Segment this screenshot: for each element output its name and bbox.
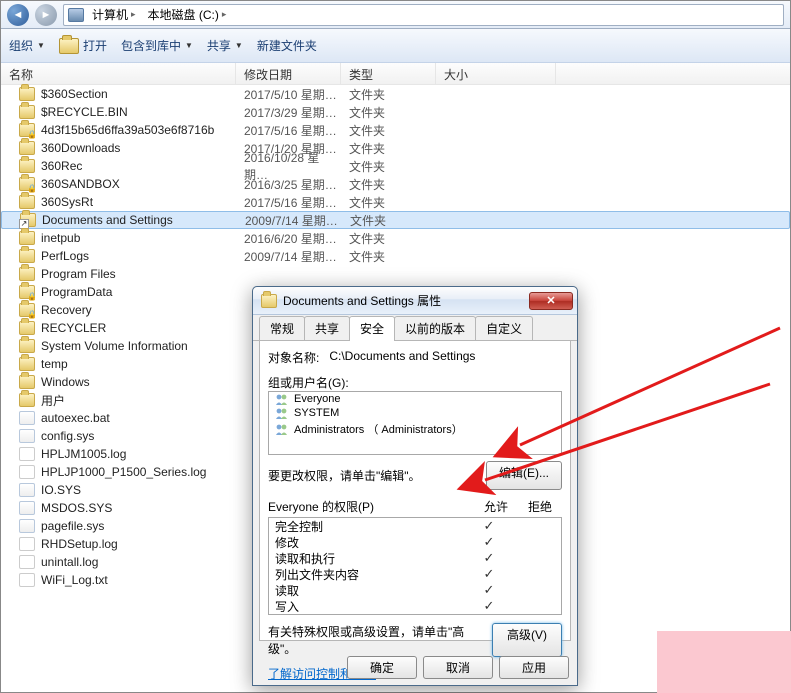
file-icon xyxy=(19,501,35,515)
breadcrumb-root[interactable]: 计算机▸ xyxy=(88,4,140,25)
permissions-label: Everyone 的权限(P) xyxy=(268,498,474,515)
folder-icon xyxy=(19,177,35,191)
drive-icon xyxy=(68,8,84,22)
allow-column: 允许 xyxy=(474,498,518,515)
close-button[interactable]: ✕ xyxy=(529,292,573,310)
object-path: C:\Documents and Settings xyxy=(329,349,475,366)
ok-button[interactable]: 确定 xyxy=(347,656,417,679)
folder-icon xyxy=(19,357,35,371)
security-panel: 对象名称: C:\Documents and Settings 组或用户名(G)… xyxy=(259,341,571,641)
tab-sharing[interactable]: 共享 xyxy=(304,316,350,340)
permission-row: 写入✓ xyxy=(269,598,561,614)
principals-listbox[interactable]: EveryoneSYSTEMAdministrators （ Administr… xyxy=(268,391,562,455)
permission-row: 读取✓ xyxy=(269,582,561,598)
file-row[interactable]: Program Files xyxy=(1,265,790,283)
open-icon xyxy=(59,38,79,54)
users-icon xyxy=(275,423,289,435)
toolbar-share[interactable]: 共享 ▼ xyxy=(207,37,243,54)
file-row[interactable]: 360Downloads2017/1/20 星期…文件夹 xyxy=(1,139,790,157)
folder-icon xyxy=(19,303,35,317)
edit-hint: 要更改权限，请单击"编辑"。 xyxy=(268,467,486,484)
principal-item[interactable]: SYSTEM xyxy=(269,406,561,420)
file-row[interactable]: 4d3f15b65d6ffa39a503e6f8716b2017/5/16 星期… xyxy=(1,121,790,139)
explorer-toolbar: 组织 ▼ 打开 包含到库中 ▼ 共享 ▼ 新建文件夹 xyxy=(1,29,790,63)
file-icon xyxy=(19,483,35,497)
file-row[interactable]: 360SysRt2017/5/16 星期…文件夹 xyxy=(1,193,790,211)
file-row[interactable]: $360Section2017/5/10 星期…文件夹 xyxy=(1,85,790,103)
nav-forward-button[interactable]: ► xyxy=(35,4,57,26)
folder-icon xyxy=(19,339,35,353)
column-headers: 名称 修改日期 类型 大小 xyxy=(1,63,790,85)
dialog-tabs: 常规 共享 安全 以前的版本 自定义 xyxy=(253,315,577,341)
file-row[interactable]: PerfLogs2009/7/14 星期…文件夹 xyxy=(1,247,790,265)
dialog-buttons: 确定 取消 应用 xyxy=(347,656,569,679)
object-name-label: 对象名称: xyxy=(268,349,319,366)
group-users-label: 组或用户名(G): xyxy=(268,374,562,391)
toolbar-organize[interactable]: 组织 ▼ xyxy=(9,37,45,54)
file-row[interactable]: 360SANDBOX2016/3/25 星期…文件夹 xyxy=(1,175,790,193)
file-icon xyxy=(19,555,35,569)
folder-icon xyxy=(19,249,35,263)
users-icon xyxy=(275,407,289,419)
folder-icon xyxy=(19,105,35,119)
folder-icon xyxy=(261,294,277,308)
folder-icon xyxy=(19,321,35,335)
file-row[interactable]: 360Rec2016/10/28 星期…文件夹 xyxy=(1,157,790,175)
file-icon xyxy=(19,447,35,461)
edit-button[interactable]: 编辑(E)... xyxy=(486,461,562,490)
folder-icon xyxy=(19,141,35,155)
file-icon xyxy=(19,519,35,533)
file-row[interactable]: Documents and Settings2009/7/14 星期…文件夹 xyxy=(1,211,790,229)
folder-icon xyxy=(19,231,35,245)
permission-row: 修改✓ xyxy=(269,534,561,550)
file-row[interactable]: inetpub2016/6/20 星期…文件夹 xyxy=(1,229,790,247)
permission-row: 完全控制✓ xyxy=(269,518,561,534)
folder-icon xyxy=(19,285,35,299)
tab-previous-versions[interactable]: 以前的版本 xyxy=(394,316,476,340)
folder-icon xyxy=(19,393,35,407)
tab-customize[interactable]: 自定义 xyxy=(475,316,533,340)
file-icon xyxy=(19,537,35,551)
tab-general[interactable]: 常规 xyxy=(259,316,305,340)
folder-icon xyxy=(19,87,35,101)
dialog-title: Documents and Settings 属性 xyxy=(283,292,523,309)
toolbar-include-library[interactable]: 包含到库中 ▼ xyxy=(121,37,193,54)
header-name[interactable]: 名称 xyxy=(1,63,236,84)
breadcrumb-drive[interactable]: 本地磁盘 (C:)▸ xyxy=(144,4,231,25)
breadcrumb[interactable]: 计算机▸ 本地磁盘 (C:)▸ xyxy=(63,4,784,26)
dialog-titlebar[interactable]: Documents and Settings 属性 ✕ xyxy=(253,287,577,315)
folder-icon xyxy=(19,123,35,137)
advanced-hint: 有关特殊权限或高级设置，请单击"高级"。 xyxy=(268,623,484,657)
toolbar-open[interactable]: 打开 xyxy=(59,37,107,54)
nav-back-button[interactable]: ◄ xyxy=(7,4,29,26)
permission-row: 读取和执行✓ xyxy=(269,550,561,566)
deny-column: 拒绝 xyxy=(518,498,562,515)
file-row[interactable]: $RECYCLE.BIN2017/3/29 星期…文件夹 xyxy=(1,103,790,121)
file-icon xyxy=(19,411,35,425)
file-icon xyxy=(19,465,35,479)
advanced-button[interactable]: 高级(V) xyxy=(492,623,562,657)
principal-item[interactable]: Administrators （ Administrators） xyxy=(269,420,561,438)
file-icon xyxy=(19,429,35,443)
permissions-listbox: 完全控制✓修改✓读取和执行✓列出文件夹内容✓读取✓写入✓ xyxy=(268,517,562,615)
cancel-button[interactable]: 取消 xyxy=(423,656,493,679)
header-size[interactable]: 大小 xyxy=(436,63,556,84)
folder-icon xyxy=(19,195,35,209)
tab-security[interactable]: 安全 xyxy=(349,316,395,341)
permission-row: 列出文件夹内容✓ xyxy=(269,566,561,582)
principal-item[interactable]: Everyone xyxy=(269,392,561,406)
folder-icon xyxy=(19,159,35,173)
header-date[interactable]: 修改日期 xyxy=(236,63,341,84)
address-bar: ◄ ► 计算机▸ 本地磁盘 (C:)▸ xyxy=(1,1,790,29)
pink-overlay xyxy=(657,631,791,693)
toolbar-new-folder[interactable]: 新建文件夹 xyxy=(257,37,317,54)
folder-icon xyxy=(19,375,35,389)
properties-dialog: Documents and Settings 属性 ✕ 常规 共享 安全 以前的… xyxy=(252,286,578,686)
users-icon xyxy=(275,393,289,405)
folder-icon xyxy=(20,213,36,227)
apply-button[interactable]: 应用 xyxy=(499,656,569,679)
header-type[interactable]: 类型 xyxy=(341,63,436,84)
folder-icon xyxy=(19,267,35,281)
file-icon xyxy=(19,573,35,587)
